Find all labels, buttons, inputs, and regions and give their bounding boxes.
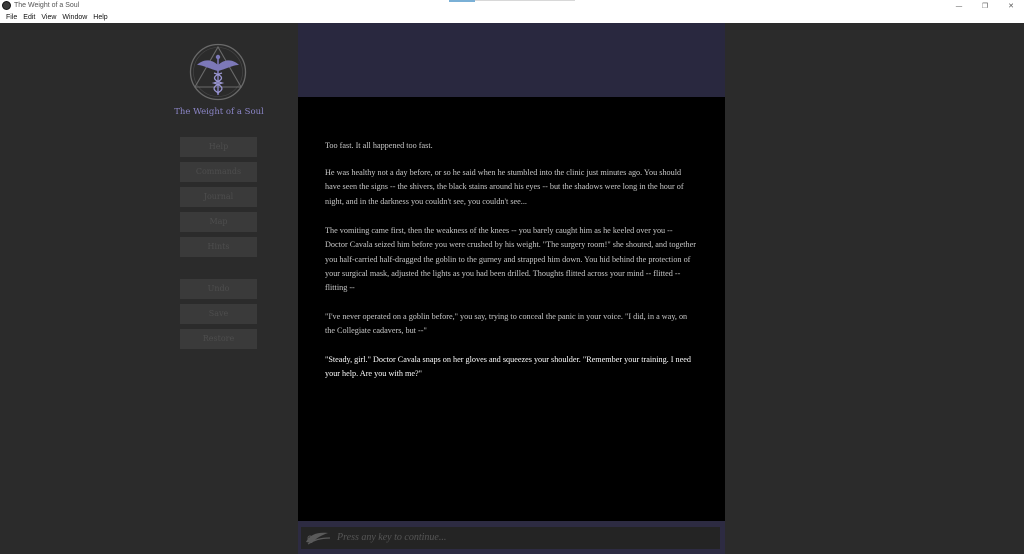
menu-help[interactable]: Help xyxy=(90,12,110,23)
story-paragraph: "I've never operated on a goblin before,… xyxy=(325,312,688,336)
game-title: The Weight of a Soul xyxy=(174,107,264,117)
story-paragraph: Too fast. It all happened too fast. xyxy=(325,141,433,150)
story-paragraph: The vomiting came first, then the weakne… xyxy=(325,226,696,293)
story-banner xyxy=(298,23,725,97)
restore-button[interactable]: Restore xyxy=(180,329,257,349)
story-paragraph-current: "Steady, girl." Doctor Cavala snaps on h… xyxy=(325,355,692,379)
minimize-icon[interactable]: — xyxy=(946,0,972,12)
menu-bar: File Edit View Window Help xyxy=(0,12,1024,23)
menu-file[interactable]: File xyxy=(3,12,20,23)
help-button[interactable]: Help xyxy=(180,137,257,157)
quill-icon xyxy=(306,532,331,545)
commands-button[interactable]: Commands xyxy=(180,162,257,182)
app-icon xyxy=(2,1,11,10)
continue-prompt: Press any key to continue... xyxy=(337,532,447,543)
undo-button[interactable]: Undo xyxy=(180,279,257,299)
window-title: The Weight of a Soul xyxy=(14,2,80,9)
journal-button[interactable]: Journal xyxy=(180,187,257,207)
save-button[interactable]: Save xyxy=(180,304,257,324)
winged-caduceus-triangle-icon xyxy=(189,43,247,101)
menu-edit[interactable]: Edit xyxy=(20,12,38,23)
restore-icon[interactable]: ❐ xyxy=(972,0,998,12)
tab-divider xyxy=(475,0,575,1)
right-margin xyxy=(725,23,1024,554)
title-bar: The Weight of a Soul — ❐ ✕ xyxy=(0,0,1024,12)
map-button[interactable]: Map xyxy=(180,212,257,232)
close-icon[interactable]: ✕ xyxy=(998,0,1024,12)
tab-indicator xyxy=(449,0,475,2)
hints-button[interactable]: Hints xyxy=(180,237,257,257)
story-paragraph: He was healthy not a day before, or so h… xyxy=(325,168,684,206)
window-controls: — ❐ ✕ xyxy=(946,0,1024,12)
menu-window[interactable]: Window xyxy=(59,12,90,23)
story-pane[interactable]: Too fast. It all happened too fast. He w… xyxy=(298,97,725,521)
menu-view[interactable]: View xyxy=(38,12,59,23)
